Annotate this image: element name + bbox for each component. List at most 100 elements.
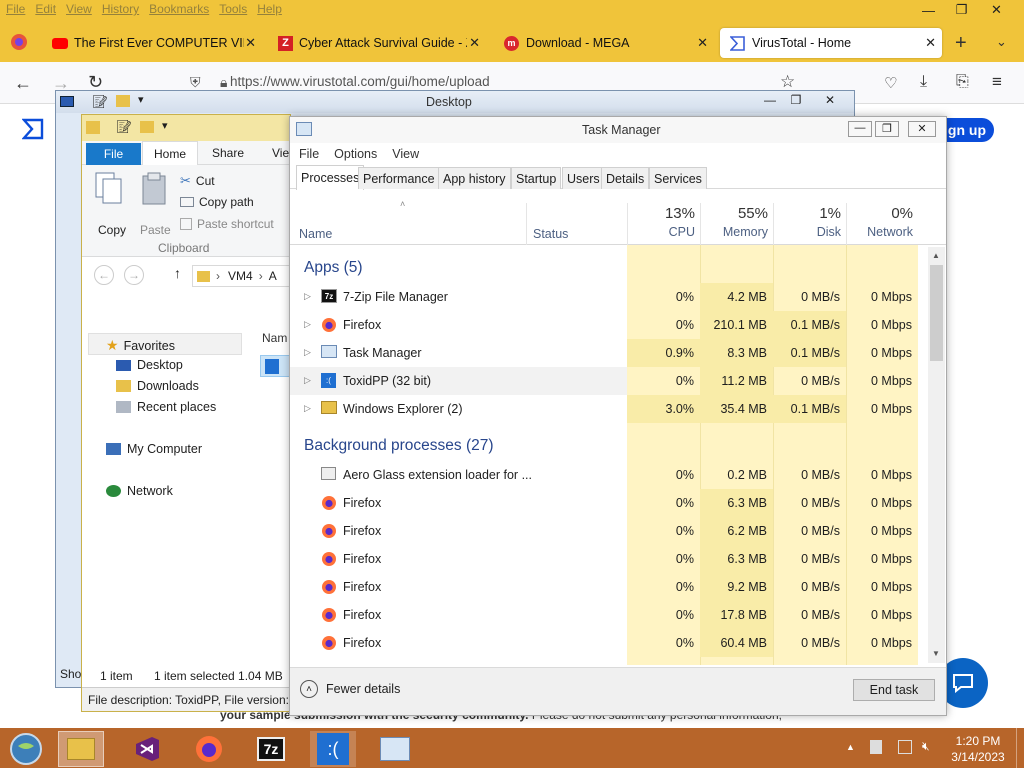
menu-file[interactable]: File <box>299 147 319 161</box>
tab-services[interactable]: Services <box>649 167 707 189</box>
close-tab-icon[interactable]: ✕ <box>925 35 936 51</box>
ribbon-tab-file[interactable]: File <box>86 143 141 165</box>
menu-view[interactable]: View <box>392 147 419 161</box>
ribbon-tab-home[interactable]: Home <box>142 141 198 166</box>
column-cpu[interactable]: 13% CPU <box>627 203 700 245</box>
taskbar-file-explorer[interactable] <box>58 731 104 767</box>
tab-download-mega[interactable]: m Download - MEGA ✕ <box>504 28 714 58</box>
process-row[interactable]: Aero Glass extension loader for ... 0% 0.2… <box>290 461 917 489</box>
tab-users[interactable]: Users <box>562 167 605 189</box>
expand-icon[interactable]: ▷ <box>304 319 311 330</box>
tab-cyber-attack-guide[interactable]: Z Cyber Attack Survival Guide - Z ✕ <box>278 28 486 58</box>
process-row[interactable]: ▷ Windows Explorer (2) 3.0% 35.4 MB 0.1 MB/s… <box>290 395 917 423</box>
properties-icon[interactable]: 📝︎ <box>116 119 133 135</box>
paste-icon[interactable] <box>140 171 170 213</box>
taskbar-task-manager[interactable] <box>372 731 418 767</box>
taskbar-7zip[interactable]: 7z <box>248 731 294 767</box>
menu-options[interactable]: Options <box>334 147 377 161</box>
list-tabs-icon[interactable]: ⌄ <box>996 34 1007 50</box>
copy-path-button[interactable]: Copy path <box>180 195 254 209</box>
process-row[interactable]: ▷ Task Manager 0.9% 8.3 MB 0.1 MB/s 0 Mbps <box>290 339 917 367</box>
breadcrumb[interactable]: › VM4 › A <box>192 265 290 287</box>
nav-my-computer[interactable]: My Computer <box>106 442 202 456</box>
close-button[interactable]: ✕ <box>818 93 842 109</box>
ribbon-tab-share[interactable]: Share <box>212 146 244 160</box>
paste-button[interactable]: Paste <box>140 223 171 237</box>
nav-downloads[interactable]: Downloads <box>116 379 199 393</box>
forward-icon[interactable]: → <box>124 265 144 285</box>
cut-button[interactable]: ✂ Cut <box>180 173 215 189</box>
scrollbar-thumb[interactable] <box>930 265 943 361</box>
tab-processes[interactable]: Processes <box>296 165 365 190</box>
restore-button[interactable]: ❐ <box>945 0 978 20</box>
breadcrumb-vm4[interactable]: VM4 <box>228 269 253 283</box>
folder-icon[interactable] <box>116 95 130 107</box>
taskbar-clock[interactable]: 1:20 PM 3/14/2023 <box>948 733 1008 765</box>
paste-shortcut-button[interactable]: Paste shortcut <box>180 217 274 231</box>
new-tab-icon[interactable]: + <box>955 32 967 55</box>
new-folder-icon[interactable] <box>140 121 154 133</box>
menu-bookmarks[interactable]: Bookmarks <box>149 2 209 20</box>
taskbar-visual-studio[interactable] <box>124 731 170 767</box>
tab-virustotal[interactable]: VirusTotal - Home ✕ <box>720 28 942 58</box>
scroll-up-icon[interactable]: ▲ <box>932 251 940 260</box>
vertical-scrollbar[interactable]: ▲ ▼ <box>928 247 945 663</box>
name-column-header[interactable]: Nam <box>262 331 287 345</box>
back-icon[interactable]: ← <box>94 265 114 285</box>
maximize-button[interactable]: ❐ <box>784 93 808 109</box>
breadcrumb-item[interactable]: A <box>269 269 277 283</box>
taskbar-toxidpp[interactable]: :( <box>310 731 356 767</box>
firefox-view-icon[interactable] <box>10 33 28 51</box>
shield-icon[interactable]: ⛨ <box>190 74 201 91</box>
menu-file[interactable]: File <box>6 2 25 20</box>
url-bar[interactable]: https://www.virustotal.com/gui/home/uplo… <box>230 74 490 89</box>
column-status[interactable]: Status <box>526 203 626 245</box>
pocket-icon[interactable]: ♡ <box>884 74 897 92</box>
process-row[interactable]: Firefox 0% 17.8 MB 0 MB/s 0 Mbps <box>290 601 917 629</box>
up-icon[interactable]: ↑ <box>174 265 181 281</box>
group-apps[interactable]: Apps (5) <box>304 259 363 277</box>
column-network[interactable]: 0% Network <box>846 203 918 245</box>
column-disk[interactable]: 1% Disk <box>773 203 846 245</box>
process-row[interactable]: Firefox 0% 9.2 MB 0 MB/s 0 Mbps <box>290 573 917 601</box>
close-tab-icon[interactable]: ✕ <box>245 35 256 51</box>
menu-help[interactable]: Help <box>257 2 282 20</box>
close-button[interactable]: ✕ <box>980 0 1013 20</box>
copy-icon[interactable] <box>94 171 126 213</box>
process-row[interactable]: Firefox 0% 60.4 MB 0 MB/s 0 Mbps <box>290 629 917 657</box>
column-memory[interactable]: 55% Memory <box>700 203 773 245</box>
start-button[interactable] <box>4 731 48 767</box>
network-tray-icon[interactable] <box>898 740 912 754</box>
properties-icon[interactable]: 📝︎ <box>92 94 109 110</box>
end-task-button[interactable]: End task <box>853 679 935 701</box>
expand-icon[interactable]: ▷ <box>304 291 311 302</box>
process-row[interactable]: Firefox 0% 6.3 MB 0 MB/s 0 Mbps <box>290 489 917 517</box>
volume-muted-icon[interactable]: 🔇︎ <box>922 739 930 754</box>
expand-icon[interactable]: ▷ <box>304 403 311 414</box>
close-tab-icon[interactable]: ✕ <box>697 35 708 51</box>
minimize-button[interactable]: — <box>848 121 872 137</box>
process-row[interactable]: ▷:(ToxidPP (32 bit) 0% 11.2 MB 0 MB/s 0 Mbps <box>290 367 917 395</box>
expand-icon[interactable]: ▷ <box>304 375 311 386</box>
minimize-button[interactable]: — <box>912 0 945 20</box>
close-tab-icon[interactable]: ✕ <box>469 35 480 51</box>
downloads-icon[interactable]: ⤓ <box>920 73 927 91</box>
show-desktop-button[interactable] <box>1016 728 1024 768</box>
chevron-down-icon[interactable]: ▾ <box>138 93 144 106</box>
process-row[interactable]: Firefox 0% 6.3 MB 0 MB/s 0 Mbps <box>290 545 917 573</box>
close-button[interactable]: ✕ <box>908 121 936 137</box>
action-center-icon[interactable] <box>870 740 882 754</box>
selected-file-item[interactable] <box>260 355 290 377</box>
bookmark-star-icon[interactable]: ☆ <box>780 72 795 92</box>
process-row[interactable]: Firefox 0% 6.2 MB 0 MB/s 0 Mbps <box>290 517 917 545</box>
back-icon[interactable]: ← <box>14 73 32 94</box>
process-row[interactable]: ▷ Firefox 0% 210.1 MB 0.1 MB/s 0 Mbps <box>290 311 917 339</box>
tab-performance[interactable]: Performance <box>358 167 440 189</box>
app-menu-icon[interactable]: ≡ <box>992 72 1002 92</box>
process-row[interactable]: ▷ 7z 7-Zip File Manager 0% 4.2 MB 0 MB/s 0 Mbp… <box>290 283 917 311</box>
tab-first-ever-virus[interactable]: The First Ever COMPUTER VIRU ✕ <box>52 28 262 58</box>
menu-tools[interactable]: Tools <box>219 2 247 20</box>
tab-details[interactable]: Details <box>601 167 650 189</box>
scroll-down-icon[interactable]: ▼ <box>932 649 940 658</box>
group-background-processes[interactable]: Background processes (27) <box>304 437 494 455</box>
